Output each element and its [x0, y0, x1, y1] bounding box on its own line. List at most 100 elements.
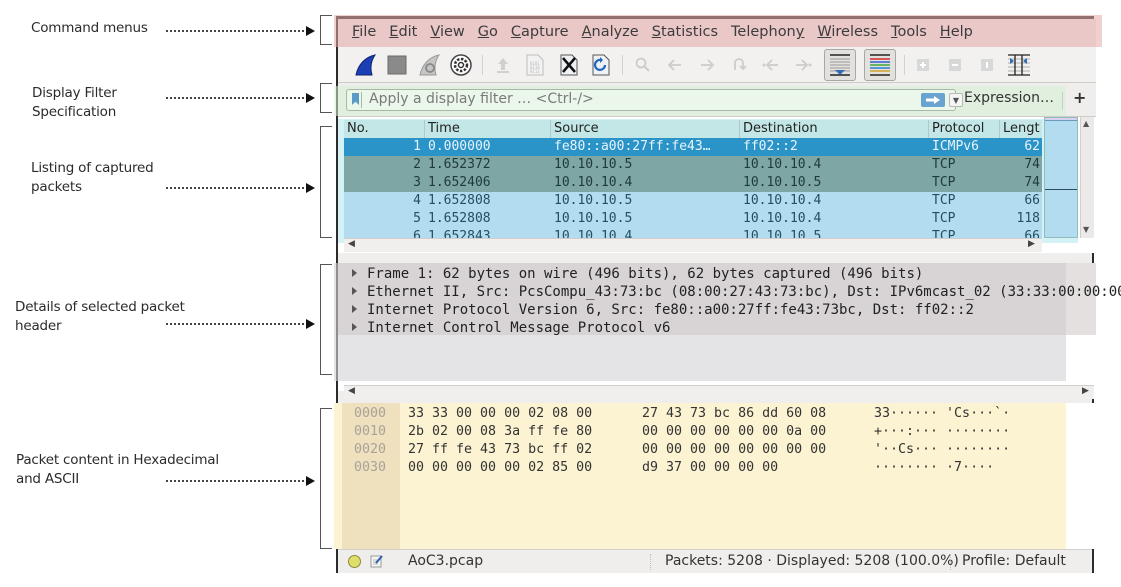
- search-icon[interactable]: [630, 52, 656, 78]
- annotation-label: Details of selected packet: [15, 299, 185, 315]
- cell-length: 66: [1024, 193, 1040, 208]
- apply-filter-arrow-icon[interactable]: [921, 93, 945, 107]
- reload-file-icon[interactable]: [588, 52, 614, 78]
- bookmark-icon[interactable]: [350, 92, 362, 108]
- menu-go[interactable]: Go: [478, 24, 498, 40]
- detail-row-ipv6[interactable]: Internet Protocol Version 6, Src: fe80::…: [352, 301, 974, 319]
- toolbar-separator: [622, 55, 623, 75]
- column-header-length[interactable]: Lengt: [1000, 120, 1042, 138]
- menu-help[interactable]: Help: [940, 24, 973, 40]
- profile-selector[interactable]: Profile: Default: [962, 553, 1066, 569]
- packet-list-horizontal-scrollbar[interactable]: ◀ ▶: [344, 238, 1042, 252]
- packet-details: Frame 1: 62 bytes on wire (496 bits), 62…: [334, 263, 1121, 399]
- status-separator: [950, 554, 951, 570]
- capture-comment-icon[interactable]: [370, 554, 383, 568]
- shark-fin-start-icon[interactable]: [352, 52, 378, 78]
- menu-analyze[interactable]: Analyze: [582, 24, 639, 40]
- annotation-label: Specification: [32, 104, 117, 120]
- stop-square-icon[interactable]: [384, 52, 410, 78]
- menu-tools[interactable]: Tools: [891, 24, 927, 40]
- display-filter-input[interactable]: Apply a display filter … <Ctrl-/> ▼: [346, 89, 963, 111]
- svg-text:0111: 0111: [530, 69, 540, 74]
- expression-button[interactable]: Expression…: [964, 90, 1054, 106]
- hex-bytes-high: 27 43 73 bc 86 dd 60 08: [642, 406, 827, 421]
- file-save-icon[interactable]: 0101 0110 0111: [522, 52, 548, 78]
- detail-row-icmpv6[interactable]: Internet Control Message Protocol v6: [352, 319, 670, 337]
- last-packet-icon[interactable]: [790, 52, 816, 78]
- arrow-right-icon[interactable]: [694, 52, 720, 78]
- expand-triangle-icon[interactable]: [352, 269, 357, 277]
- packet-row[interactable]: 1 0.000000 fe80::a00:27ff:fe43… ff02::2 ICMP…: [344, 138, 1042, 156]
- chevron-down-icon[interactable]: ▼: [949, 93, 963, 107]
- details-horizontal-scrollbar[interactable]: ◀ ▶: [344, 385, 1094, 399]
- cell-destination: 10.10.10.4: [743, 211, 822, 226]
- add-filter-button[interactable]: +: [1073, 88, 1086, 107]
- separator: [1062, 92, 1063, 110]
- column-header-destination[interactable]: Destination: [740, 120, 929, 138]
- hex-offset: 0020: [354, 442, 387, 457]
- toolbar-separator: [904, 55, 905, 75]
- go-to-packet-icon[interactable]: [726, 52, 752, 78]
- restart-fin-icon[interactable]: [416, 52, 442, 78]
- expand-triangle-icon[interactable]: [352, 305, 357, 313]
- packet-row[interactable]: 4 1.652808 10.10.10.5 10.10.10.4 TCP 66: [344, 192, 1042, 210]
- annotation-label: and ASCII: [16, 471, 80, 487]
- hex-row[interactable]: 0000 33 33 00 00 00 02 08 00 27 43 73 bc 8…: [354, 405, 1010, 423]
- gear-options-icon[interactable]: [448, 52, 474, 78]
- resize-columns-icon[interactable]: [1006, 52, 1032, 78]
- scroll-right-icon[interactable]: ▶: [1082, 386, 1089, 396]
- normal-size-icon[interactable]: [974, 52, 1000, 78]
- column-header-no[interactable]: No.: [344, 120, 425, 138]
- cell-protocol: ICMPv6: [932, 139, 979, 154]
- arrow-left-icon[interactable]: [662, 52, 688, 78]
- packet-list-header: No. Time Source Destination Protocol Len…: [344, 120, 1042, 138]
- expand-triangle-icon[interactable]: [352, 287, 357, 295]
- cell-source: 10.10.10.5: [554, 211, 633, 226]
- menu-wireless[interactable]: Wireless: [817, 24, 878, 40]
- menu-capture[interactable]: Capture: [511, 24, 569, 40]
- upload-open-icon[interactable]: [490, 52, 516, 78]
- scroll-left-icon[interactable]: ◀: [348, 239, 355, 249]
- expand-triangle-icon[interactable]: [352, 323, 357, 331]
- menu-view[interactable]: View: [430, 24, 464, 40]
- detail-row-ethernet[interactable]: Ethernet II, Src: PcsCompu_43:73:bc (08:…: [352, 283, 1121, 301]
- packet-row[interactable]: 5 1.652808 10.10.10.5 10.10.10.4 TCP 118: [344, 210, 1042, 228]
- packet-row[interactable]: 2 1.652372 10.10.10.5 10.10.10.4 TCP 74: [344, 156, 1042, 174]
- column-header-source[interactable]: Source: [551, 120, 740, 138]
- expert-info-led-icon[interactable]: [348, 555, 361, 568]
- scroll-right-icon[interactable]: ▶: [1028, 239, 1035, 249]
- cell-time: 1.652808: [428, 193, 491, 208]
- zoom-in-icon[interactable]: [910, 52, 936, 78]
- scroll-left-icon[interactable]: ◀: [348, 386, 355, 396]
- annotation-leader: [166, 97, 308, 99]
- scroll-down-icon[interactable]: ▼: [1083, 225, 1089, 234]
- zoom-out-icon[interactable]: [942, 52, 968, 78]
- packet-list-vertical-scrollbar[interactable]: ▲ ▼: [1080, 117, 1094, 238]
- toolbar-separator: [482, 55, 483, 75]
- annotation-bracket: [320, 83, 332, 113]
- menu-statistics[interactable]: Statistics: [652, 24, 718, 40]
- column-header-time[interactable]: Time: [425, 120, 551, 138]
- packet-row[interactable]: 3 1.652406 10.10.10.4 10.10.10.5 TCP 74: [344, 174, 1042, 192]
- menu-file[interactable]: File: [352, 24, 376, 40]
- hex-bytes-high: d9 37 00 00 00 00: [642, 460, 779, 475]
- cell-time: 1.652808: [428, 211, 491, 226]
- annotation-label: Command menus: [31, 20, 148, 36]
- hex-row[interactable]: 0020 27 ff fe 43 73 bc ff 02 00 00 00 00 0…: [354, 441, 1010, 459]
- hex-row[interactable]: 0010 2b 02 00 08 3a ff fe 80 00 00 00 00 0…: [354, 423, 1010, 441]
- detail-row-frame[interactable]: Frame 1: 62 bytes on wire (496 bits), 62…: [352, 265, 923, 283]
- menu-edit[interactable]: Edit: [389, 24, 417, 40]
- auto-scroll-icon[interactable]: [824, 49, 856, 81]
- cell-source: 10.10.10.5: [554, 193, 633, 208]
- cell-source: fe80::a00:27ff:fe43…: [554, 139, 711, 154]
- column-header-protocol[interactable]: Protocol: [929, 120, 1000, 138]
- arrow-icon: [306, 319, 315, 329]
- scroll-up-icon[interactable]: ▲: [1083, 119, 1089, 128]
- first-packet-icon[interactable]: [758, 52, 784, 78]
- hex-row[interactable]: 0030 00 00 00 00 00 02 85 00 d9 37 00 00 0…: [354, 459, 994, 477]
- menu-telephony[interactable]: Telephony: [731, 24, 804, 40]
- close-file-icon[interactable]: [556, 52, 582, 78]
- cell-protocol: TCP: [932, 175, 956, 190]
- packet-minimap[interactable]: [1044, 117, 1078, 238]
- colorize-icon[interactable]: [864, 49, 896, 81]
